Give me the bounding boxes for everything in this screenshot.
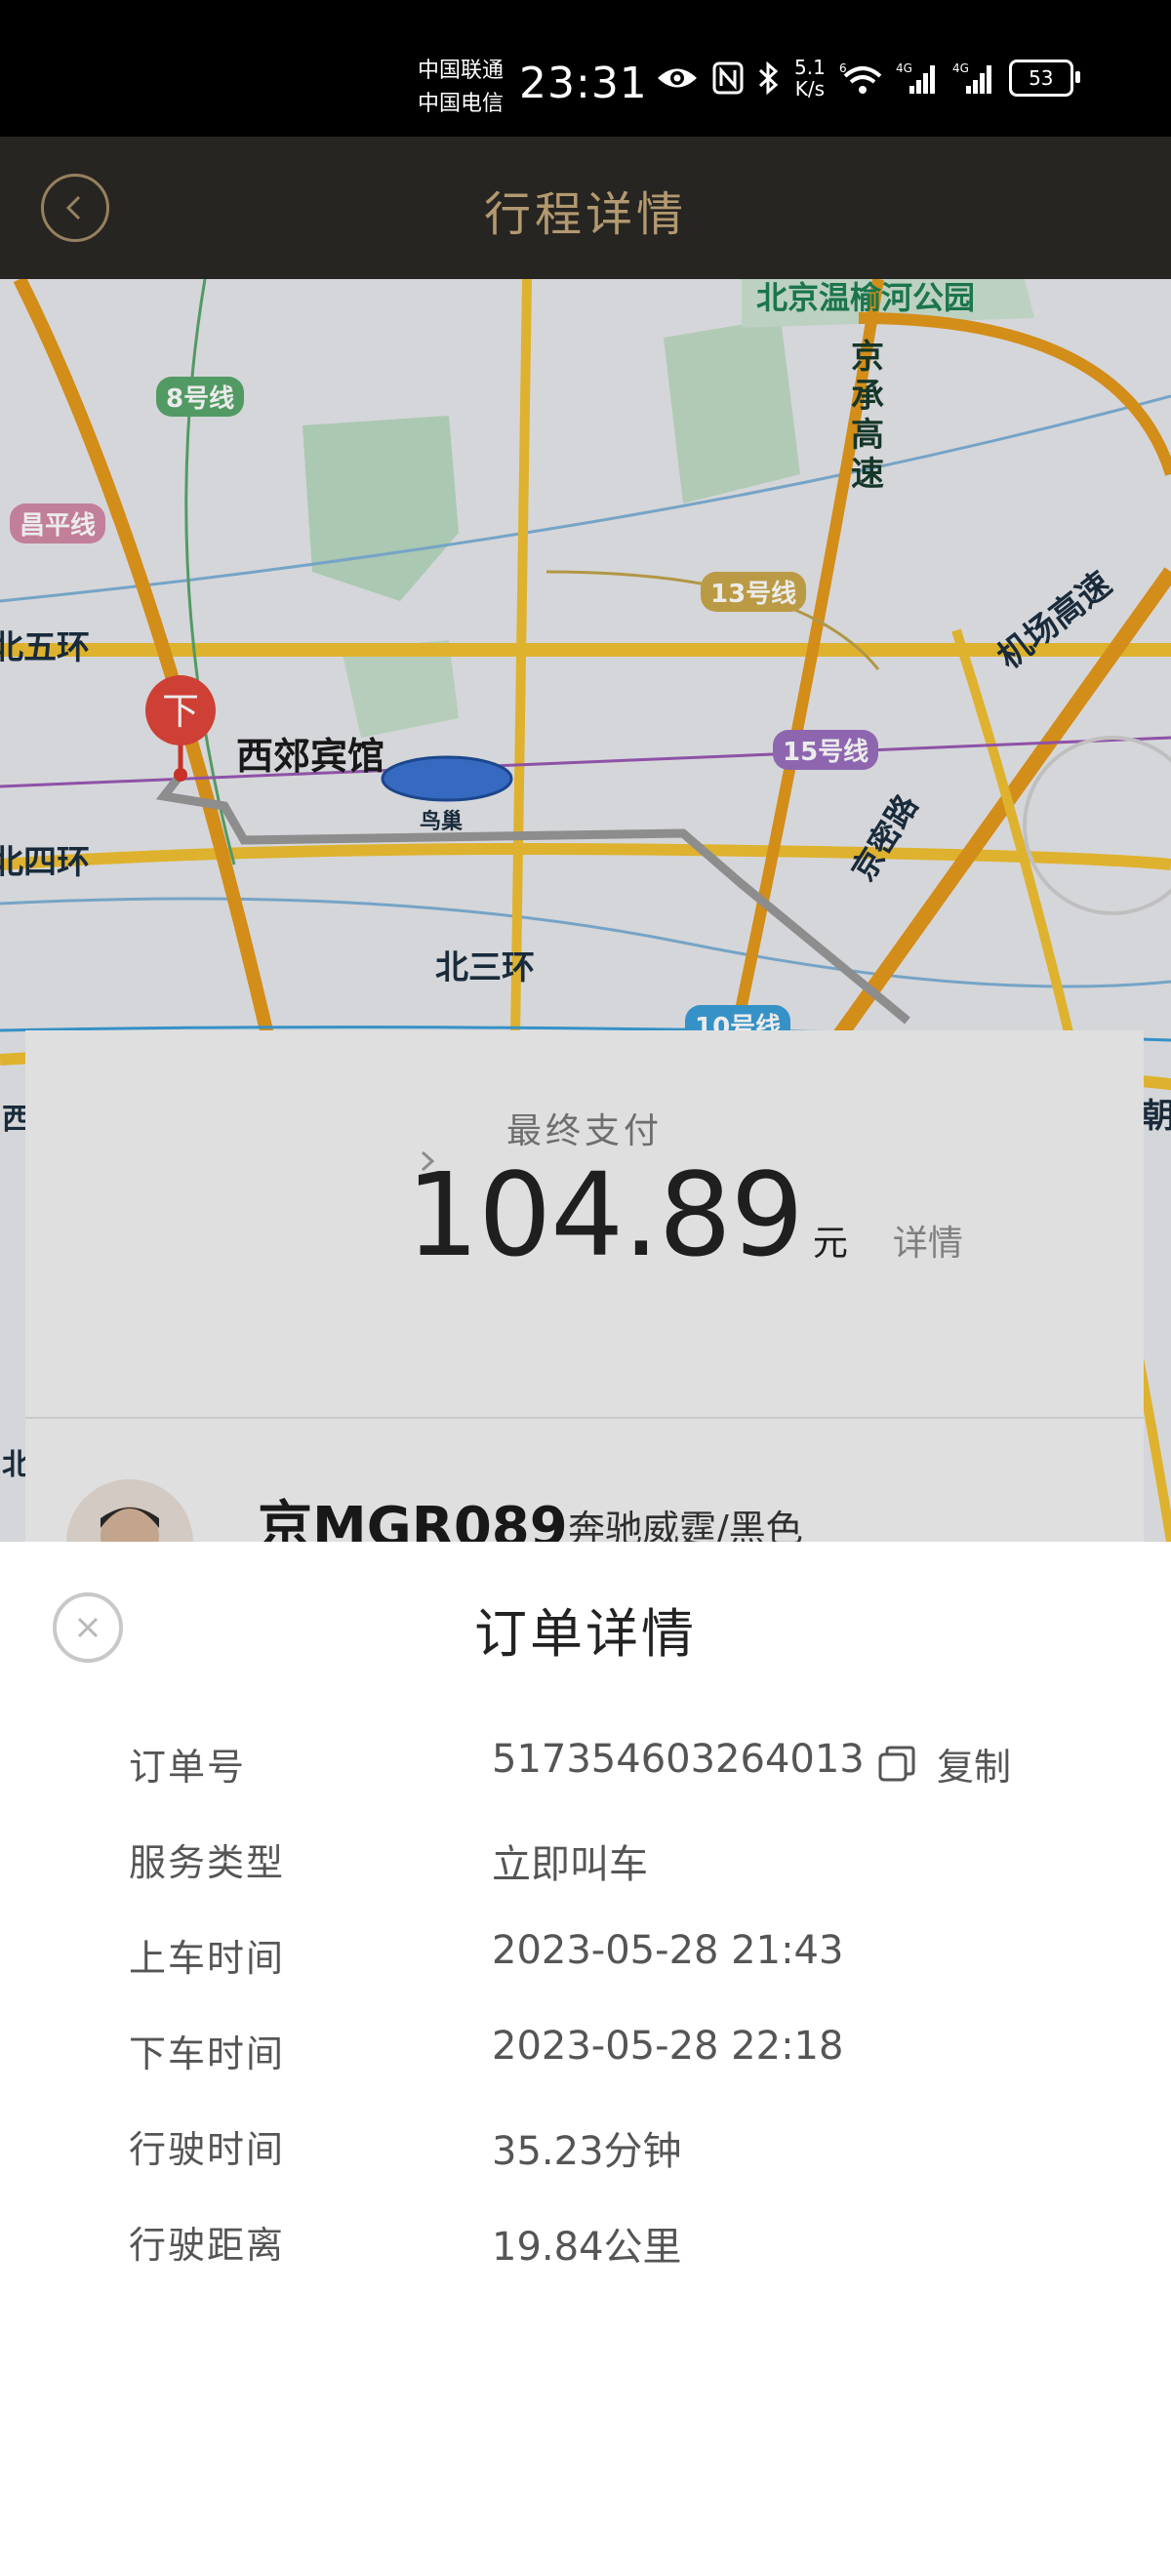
row-value: 立即叫车 [492, 1842, 648, 1887]
order-id-value: 517354603264013 [492, 1737, 865, 1782]
order-row-dropoff-time: 下车时间 2023-05-28 22:18 [0, 2024, 1171, 2082]
clock: 23:31 [519, 59, 648, 108]
order-row-id: 订单号 517354603264013 复制 [0, 1737, 1171, 1795]
row-value: 2023-05-28 21:43 [492, 1928, 844, 1973]
bluetooth-icon [757, 60, 781, 96]
dim-overlay[interactable] [0, 137, 1171, 1542]
row-label: 行驶距离 [129, 2224, 286, 2267]
row-label: 订单号 [129, 1746, 247, 1789]
svg-text:4G: 4G [896, 61, 912, 75]
signal-2-icon: 4G [952, 60, 995, 96]
order-row-distance: 行驶距离 19.84公里 [0, 2215, 1171, 2274]
sheet-title: 订单详情 [474, 1603, 697, 1665]
order-row-service: 服务类型 立即叫车 [0, 1832, 1171, 1891]
eye-icon [656, 63, 699, 93]
row-value: 19.84公里 [492, 2225, 682, 2270]
order-row-pickup-time: 上车时间 2023-05-28 21:43 [0, 1928, 1171, 1987]
carrier-1: 中国联通 [418, 59, 505, 83]
row-label: 上车时间 [129, 1937, 286, 1980]
copy-order-button[interactable]: 复制 [878, 1737, 1011, 1791]
row-label: 服务类型 [129, 1841, 286, 1884]
status-icons: 5.1 K/s 6 4G 4G 53 [656, 56, 1080, 101]
wifi-icon: 6 [839, 60, 882, 96]
row-label: 行驶时间 [129, 2128, 286, 2171]
carrier-2: 中国电信 [418, 92, 505, 116]
nfc-icon [712, 61, 744, 95]
row-label: 下车时间 [129, 2033, 286, 2075]
svg-text:6: 6 [839, 61, 847, 75]
order-row-duration: 行驶时间 35.23分钟 [0, 2119, 1171, 2178]
status-bar: 中国联通 中国电信 23:31 5.1 K/s 6 4G 4G 53 [0, 0, 1171, 137]
carrier-labels: 中国联通 中国电信 [418, 55, 504, 121]
copy-icon [878, 1746, 915, 1781]
signal-1-icon: 4G [896, 60, 939, 96]
net-speed: 5.1 K/s [794, 56, 826, 101]
row-value: 35.23分钟 [492, 2129, 682, 2174]
row-value: 2023-05-28 22:18 [492, 2024, 844, 2069]
order-detail-sheet: 订单详情 订单号 517354603264013 复制 服务类型 立即叫车 上车… [0, 1542, 1171, 2576]
svg-text:4G: 4G [952, 61, 969, 75]
battery-icon: 53 [1008, 60, 1080, 97]
